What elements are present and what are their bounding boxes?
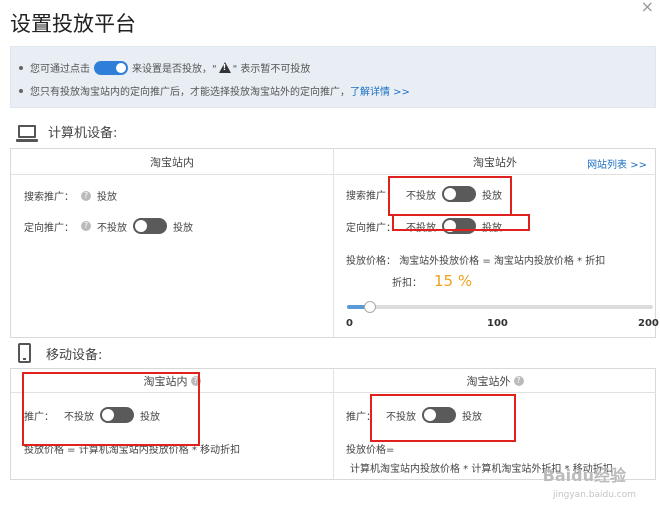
notice-line-info: 您只有投放淘宝站内的定向推广后，才能选择投放淘宝站外的定向推广， 了解详情 >> bbox=[19, 83, 410, 98]
dialog-title: 设置投放平台 bbox=[10, 12, 136, 36]
toggle-example-icon bbox=[94, 60, 128, 75]
help-icon[interactable]: ? bbox=[513, 375, 524, 386]
notice-text: 来设置是否投放，" bbox=[132, 64, 217, 75]
discount-label: 折扣： bbox=[392, 278, 422, 289]
notice-text: 您可通过点击 bbox=[30, 64, 90, 75]
row-label: 搜索推广： bbox=[24, 192, 74, 203]
column-divider bbox=[333, 369, 334, 479]
highlight-box bbox=[22, 372, 200, 446]
notice-line-toggle: 您可通过点击 来设置是否投放，" " 表示暂不可投放 bbox=[19, 60, 310, 75]
learn-more-link[interactable]: 了解详情 >> bbox=[350, 83, 410, 98]
discount-slider[interactable] bbox=[347, 301, 653, 313]
highlight-box bbox=[388, 176, 512, 216]
slider-max-label: 200 bbox=[638, 318, 659, 329]
mobile-section-header: 移动设备: bbox=[18, 343, 102, 363]
highlight-box bbox=[370, 394, 516, 442]
row-value: 投放 bbox=[97, 192, 117, 203]
pc-section-header: 计算机设备: bbox=[16, 122, 118, 142]
pc-inside-target-toggle[interactable] bbox=[133, 218, 167, 234]
mobile-col-outside: 淘宝站外 ? bbox=[334, 369, 656, 393]
bullet-icon bbox=[19, 88, 23, 93]
price-formula: 投放价格： 淘宝站外投放价格 = 淘宝站内投放价格 * 折扣 bbox=[346, 252, 605, 267]
bullet-icon bbox=[19, 65, 23, 70]
watermark-url: jingyan.baidu.com bbox=[552, 490, 636, 500]
col-title: 淘宝站外 bbox=[466, 374, 511, 388]
notice-text: 您只有投放淘宝站内的定向推广后，才能选择投放淘宝站外的定向推广， bbox=[30, 87, 350, 98]
notice-text: " 表示暂不可投放 bbox=[232, 64, 311, 75]
close-icon[interactable]: × bbox=[641, 0, 654, 16]
discount-display: 折扣： 15 % bbox=[392, 272, 472, 290]
row-label: 定向推广： bbox=[346, 222, 396, 234]
site-list-link[interactable]: 网站列表 >> bbox=[587, 156, 647, 171]
notice-panel: 您可通过点击 来设置是否投放，" " 表示暂不可投放 您只有投放淘宝站内的定向推… bbox=[10, 46, 656, 108]
slider-min-label: 0 bbox=[346, 318, 353, 329]
mobile-section-title: 移动设备: bbox=[46, 347, 103, 363]
phone-icon bbox=[18, 343, 31, 363]
price-formula-text: 淘宝站外投放价格 = 淘宝站内投放价格 * 折扣 bbox=[399, 256, 606, 267]
price-label: 投放价格： bbox=[346, 256, 396, 267]
help-icon[interactable]: ? bbox=[81, 221, 91, 231]
pc-inside-search-row: 搜索推广： ? 投放 bbox=[24, 188, 123, 203]
column-divider bbox=[333, 149, 334, 337]
discount-value: 15 % bbox=[434, 272, 473, 290]
watermark-logo: Baidu经验 bbox=[542, 466, 626, 485]
slider-handle[interactable] bbox=[363, 301, 376, 313]
option-on-label: 投放 bbox=[173, 222, 193, 234]
pc-section-title: 计算机设备: bbox=[48, 126, 118, 141]
mobile-outside-price-label: 投放价格= bbox=[346, 445, 395, 456]
pc-inside-target-row: 定向推广： ? 不投放 投放 bbox=[24, 218, 199, 234]
pc-panel: 淘宝站内 淘宝站外 网站列表 >> bbox=[10, 148, 656, 338]
row-label: 定向推广： bbox=[24, 222, 74, 234]
help-icon[interactable]: ? bbox=[81, 190, 91, 201]
slider-mid-label: 100 bbox=[487, 318, 508, 329]
highlight-box bbox=[392, 214, 530, 231]
option-off-label: 不投放 bbox=[97, 222, 127, 234]
warning-icon bbox=[218, 62, 231, 73]
pc-col-inside: 淘宝站内 bbox=[11, 149, 333, 175]
computer-icon bbox=[16, 125, 38, 142]
